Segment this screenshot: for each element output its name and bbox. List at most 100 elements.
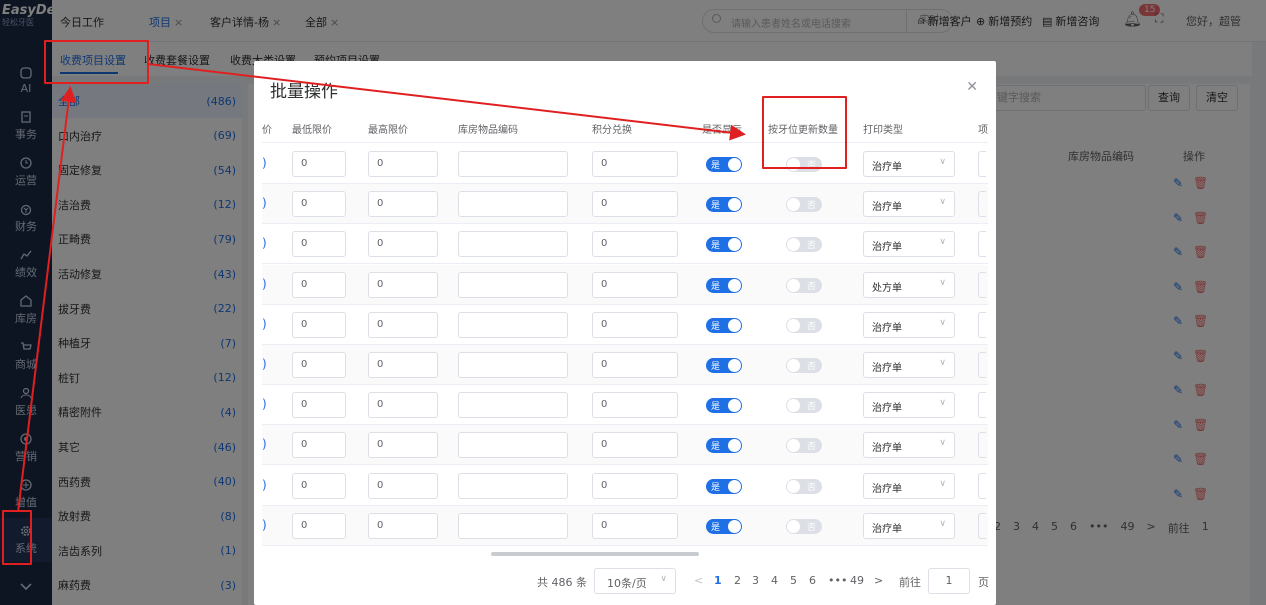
print-type-select[interactable]: 治疗单 ∨ xyxy=(863,231,955,258)
points-input[interactable]: 0 xyxy=(592,231,678,258)
tooth-update-toggle[interactable]: 否 xyxy=(786,197,822,213)
tooth-update-toggle[interactable]: 否 xyxy=(786,237,822,253)
next-column-input[interactable] xyxy=(978,191,986,218)
max-price-input[interactable]: 0 xyxy=(368,512,438,539)
warehouse-code-input[interactable] xyxy=(458,271,568,298)
max-price-input[interactable]: 0 xyxy=(368,432,438,459)
warehouse-code-input[interactable] xyxy=(458,352,568,378)
max-price-input[interactable]: 0 xyxy=(368,151,438,177)
tooth-update-toggle[interactable]: 否 xyxy=(786,438,822,454)
chevron-down-icon: ∨ xyxy=(939,478,946,489)
show-toggle[interactable]: 是 xyxy=(706,277,742,293)
page-number[interactable]: 49 xyxy=(850,574,864,587)
min-price-input[interactable]: 0 xyxy=(292,352,346,378)
max-price-input[interactable]: 0 xyxy=(368,271,438,298)
page-number[interactable]: 2 xyxy=(734,574,741,587)
print-type-select[interactable]: 治疗单 ∨ xyxy=(863,472,955,499)
table-row: ) 0 0 0 是否治疗单 ∨ xyxy=(262,305,988,345)
points-input[interactable]: 0 xyxy=(592,432,678,459)
min-price-input[interactable]: 0 xyxy=(292,311,346,338)
next-column-input[interactable] xyxy=(978,271,986,298)
min-price-input[interactable]: 0 xyxy=(292,231,346,258)
warehouse-code-input[interactable] xyxy=(458,311,568,338)
table-header: 价最低限价 最高限价 库房物品编码 积分兑换 是否显示 按牙位更新数量 打印类型项 xyxy=(262,113,988,143)
prev-page-button[interactable]: < xyxy=(694,574,703,587)
max-price-input[interactable]: 0 xyxy=(368,191,438,218)
page-number[interactable]: 1 xyxy=(714,574,722,587)
warehouse-code-input[interactable] xyxy=(458,392,568,419)
show-toggle[interactable]: 是 xyxy=(706,478,742,494)
points-input[interactable]: 0 xyxy=(592,271,678,298)
points-input[interactable]: 0 xyxy=(592,512,678,539)
show-toggle[interactable]: 是 xyxy=(706,317,742,333)
print-type-select[interactable]: 处方单 ∨ xyxy=(863,271,955,298)
warehouse-code-input[interactable] xyxy=(458,231,568,258)
next-page-button[interactable]: > xyxy=(874,574,883,587)
min-price-input[interactable]: 0 xyxy=(292,151,346,177)
min-price-input[interactable]: 0 xyxy=(292,432,346,459)
tooth-update-toggle[interactable]: 否 xyxy=(786,317,822,333)
points-input[interactable]: 0 xyxy=(592,472,678,499)
points-input[interactable]: 0 xyxy=(592,392,678,419)
points-input[interactable]: 0 xyxy=(592,151,678,177)
tooth-update-toggle[interactable]: 否 xyxy=(786,277,822,293)
print-type-select[interactable]: 治疗单 ∨ xyxy=(863,191,955,218)
page-number[interactable]: 3 xyxy=(752,574,759,587)
annotation-box-fee-settings xyxy=(44,40,149,84)
tooth-update-toggle[interactable]: 否 xyxy=(786,478,822,494)
page-size-select[interactable]: 10条/页 ∨ xyxy=(594,568,676,594)
next-column-input[interactable] xyxy=(978,231,986,258)
min-price-input[interactable]: 0 xyxy=(292,472,346,499)
show-toggle[interactable]: 是 xyxy=(706,237,742,253)
max-price-input[interactable]: 0 xyxy=(368,472,438,499)
max-price-input[interactable]: 0 xyxy=(368,311,438,338)
min-price-input[interactable]: 0 xyxy=(292,271,346,298)
show-toggle[interactable]: 是 xyxy=(706,518,742,534)
next-column-input[interactable] xyxy=(978,352,986,378)
min-price-input[interactable]: 0 xyxy=(292,392,346,419)
print-type-select[interactable]: 治疗单 ∨ xyxy=(863,392,955,419)
points-input[interactable]: 0 xyxy=(592,311,678,338)
show-toggle[interactable]: 是 xyxy=(706,398,742,414)
next-column-input[interactable] xyxy=(978,512,986,539)
max-price-input[interactable]: 0 xyxy=(368,392,438,419)
show-toggle[interactable]: 是 xyxy=(706,157,742,172)
tooth-update-toggle[interactable]: 否 xyxy=(786,518,822,534)
next-column-input[interactable] xyxy=(978,432,986,459)
print-type-select[interactable]: 治疗单 ∨ xyxy=(863,512,955,539)
next-column-input[interactable] xyxy=(978,311,986,338)
warehouse-code-input[interactable] xyxy=(458,472,568,499)
print-type-select[interactable]: 治疗单 ∨ xyxy=(863,432,955,459)
next-column-input[interactable] xyxy=(978,151,986,177)
page-number[interactable]: 5 xyxy=(790,574,797,587)
warehouse-code-input[interactable] xyxy=(458,432,568,459)
show-toggle[interactable]: 是 xyxy=(706,358,742,373)
goto-label: 前往 xyxy=(899,576,921,589)
horizontal-scrollbar[interactable] xyxy=(491,552,699,556)
toggle-knob xyxy=(728,278,741,292)
min-price-input[interactable]: 0 xyxy=(292,191,346,218)
max-price-input[interactable]: 0 xyxy=(368,352,438,378)
print-type-select[interactable]: 治疗单 ∨ xyxy=(863,352,955,378)
points-input[interactable]: 0 xyxy=(592,191,678,218)
goto-page-input[interactable]: 1 xyxy=(928,568,970,594)
next-column-input[interactable] xyxy=(978,472,986,499)
warehouse-code-input[interactable] xyxy=(458,512,568,539)
warehouse-code-input[interactable] xyxy=(458,151,568,177)
page-number[interactable]: 4 xyxy=(771,574,778,587)
min-price-input[interactable]: 0 xyxy=(292,512,346,539)
next-column-input[interactable] xyxy=(978,392,986,419)
points-input[interactable]: 0 xyxy=(592,352,678,378)
close-icon[interactable]: ✕ xyxy=(966,79,978,95)
page-number[interactable]: ••• xyxy=(828,574,847,587)
toggle-knob xyxy=(787,318,800,332)
show-toggle[interactable]: 是 xyxy=(706,438,742,454)
warehouse-code-input[interactable] xyxy=(458,191,568,218)
print-type-select[interactable]: 治疗单 ∨ xyxy=(863,151,955,177)
tooth-update-toggle[interactable]: 否 xyxy=(786,398,822,414)
max-price-input[interactable]: 0 xyxy=(368,231,438,258)
tooth-update-toggle[interactable]: 否 xyxy=(786,358,822,373)
print-type-select[interactable]: 治疗单 ∨ xyxy=(863,311,955,338)
show-toggle[interactable]: 是 xyxy=(706,197,742,213)
page-number[interactable]: 6 xyxy=(809,574,816,587)
